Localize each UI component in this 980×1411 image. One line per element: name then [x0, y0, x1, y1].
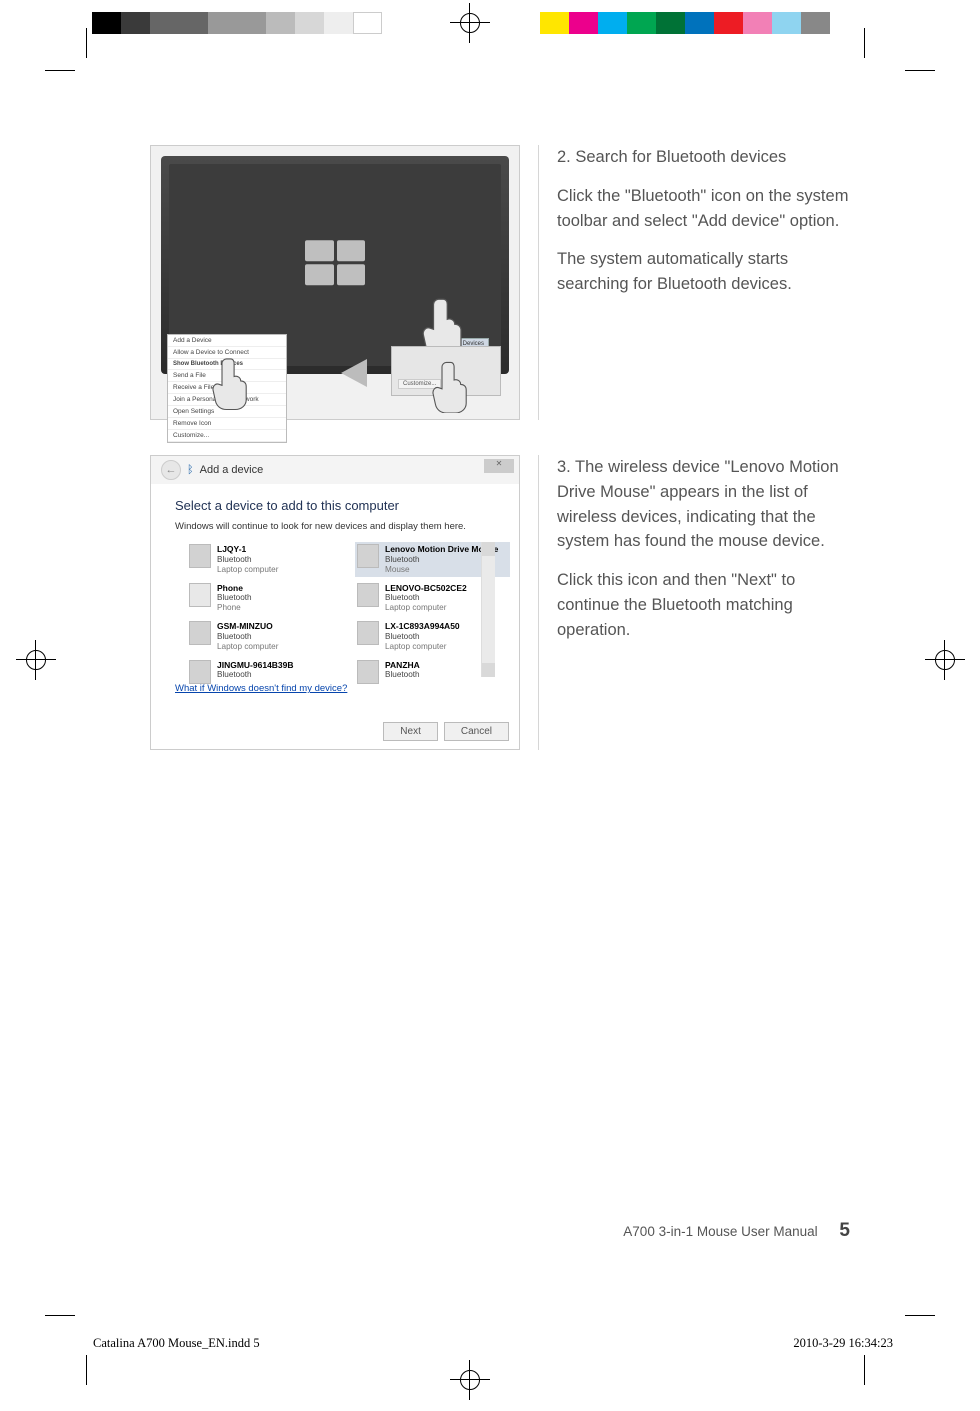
- page-number: 5: [839, 1220, 850, 1241]
- step2-screenshot: Bluetooth Devices Add a Device Allow a D…: [150, 145, 520, 420]
- pointing-hand-icon: [211, 352, 255, 412]
- laptop-icon: [189, 660, 211, 684]
- device-list: LJQY-1BluetoothLaptop computer PhoneBlue…: [175, 542, 495, 677]
- step2-block: Bluetooth Devices Add a Device Allow a D…: [150, 145, 850, 420]
- device-item: LJQY-1BluetoothLaptop computer: [187, 542, 342, 577]
- menu-item: Add a Device: [168, 335, 286, 347]
- crop-mark: [45, 1315, 75, 1345]
- scrollbar: [481, 542, 495, 677]
- crop-mark: [86, 1355, 116, 1385]
- window-close-icon: ✕: [484, 459, 514, 473]
- vertical-divider: [538, 145, 539, 420]
- grayscale-bar: [92, 12, 382, 34]
- step3-description: 3. The wireless device "Lenovo Motion Dr…: [557, 455, 850, 750]
- windows-logo-icon: [305, 240, 365, 285]
- crop-mark: [864, 1355, 894, 1385]
- laptop-icon: [357, 621, 379, 645]
- step2-title: 2. Search for Bluetooth devices: [557, 145, 850, 170]
- footer-manual-line: A700 3-in-1 Mouse User Manual 5: [150, 1220, 850, 1242]
- arrow-left-icon: [341, 359, 367, 387]
- crop-mark: [45, 70, 75, 100]
- crop-mark: [864, 28, 894, 58]
- step3-paragraph: Click this icon and then "Next" to conti…: [557, 568, 850, 642]
- footer-print-info: Catalina A700 Mouse_EN.indd 5 2010-3-29 …: [93, 1336, 893, 1351]
- phone-icon: [189, 583, 211, 607]
- step3-block: ✕ ← ᛒ Add a device Select a device to ad…: [150, 455, 850, 750]
- indd-timestamp: 2010-3-29 16:34:23: [793, 1336, 893, 1351]
- dialog-title: Add a device: [200, 464, 264, 476]
- laptop-icon: [357, 583, 379, 607]
- manual-title: A700 3-in-1 Mouse User Manual: [623, 1224, 817, 1239]
- registration-mark-left: [16, 640, 56, 680]
- crop-mark: [905, 1315, 935, 1345]
- laptop-icon: [357, 660, 379, 684]
- device-item: JINGMU-9614B39BBluetooth: [187, 658, 342, 686]
- dialog-subtext: Windows will continue to look for new de…: [175, 521, 495, 532]
- step2-description: 2. Search for Bluetooth devices Click th…: [557, 145, 850, 420]
- step2-paragraph: Click the "Bluetooth" icon on the system…: [557, 184, 850, 234]
- bluetooth-icon: ᛒ: [187, 464, 194, 476]
- cancel-button: Cancel: [444, 722, 509, 741]
- laptop-icon: [189, 544, 211, 568]
- menu-customize: Customize...: [168, 430, 286, 442]
- registration-mark-right: [925, 640, 965, 680]
- page-content: Bluetooth Devices Add a Device Allow a D…: [150, 145, 850, 785]
- crop-mark: [86, 28, 116, 58]
- vertical-divider: [538, 455, 539, 750]
- dialog-heading: Select a device to add to this computer: [175, 498, 495, 513]
- indd-filename: Catalina A700 Mouse_EN.indd 5: [93, 1336, 260, 1351]
- menu-item: Remove Icon: [168, 418, 286, 430]
- registration-mark-top: [450, 3, 490, 43]
- cmyk-bar: [540, 12, 830, 34]
- printer-color-bars: [0, 12, 980, 34]
- next-button: Next: [383, 722, 438, 741]
- back-button-icon: ←: [161, 460, 181, 480]
- pointing-hand-icon: [431, 358, 475, 413]
- device-item: PhoneBluetoothPhone: [187, 581, 342, 616]
- dialog-titlebar: ← ᛒ Add a device: [151, 456, 519, 484]
- step2-paragraph: The system automatically starts searchin…: [557, 247, 850, 297]
- step3-paragraph: 3. The wireless device "Lenovo Motion Dr…: [557, 455, 850, 554]
- device-item: GSM-MINZUOBluetoothLaptop computer: [187, 619, 342, 654]
- crop-mark: [905, 70, 935, 100]
- laptop-icon: [189, 621, 211, 645]
- step3-screenshot: ✕ ← ᛒ Add a device Select a device to ad…: [150, 455, 520, 750]
- registration-mark-bottom: [450, 1360, 490, 1400]
- mouse-icon: [357, 544, 379, 568]
